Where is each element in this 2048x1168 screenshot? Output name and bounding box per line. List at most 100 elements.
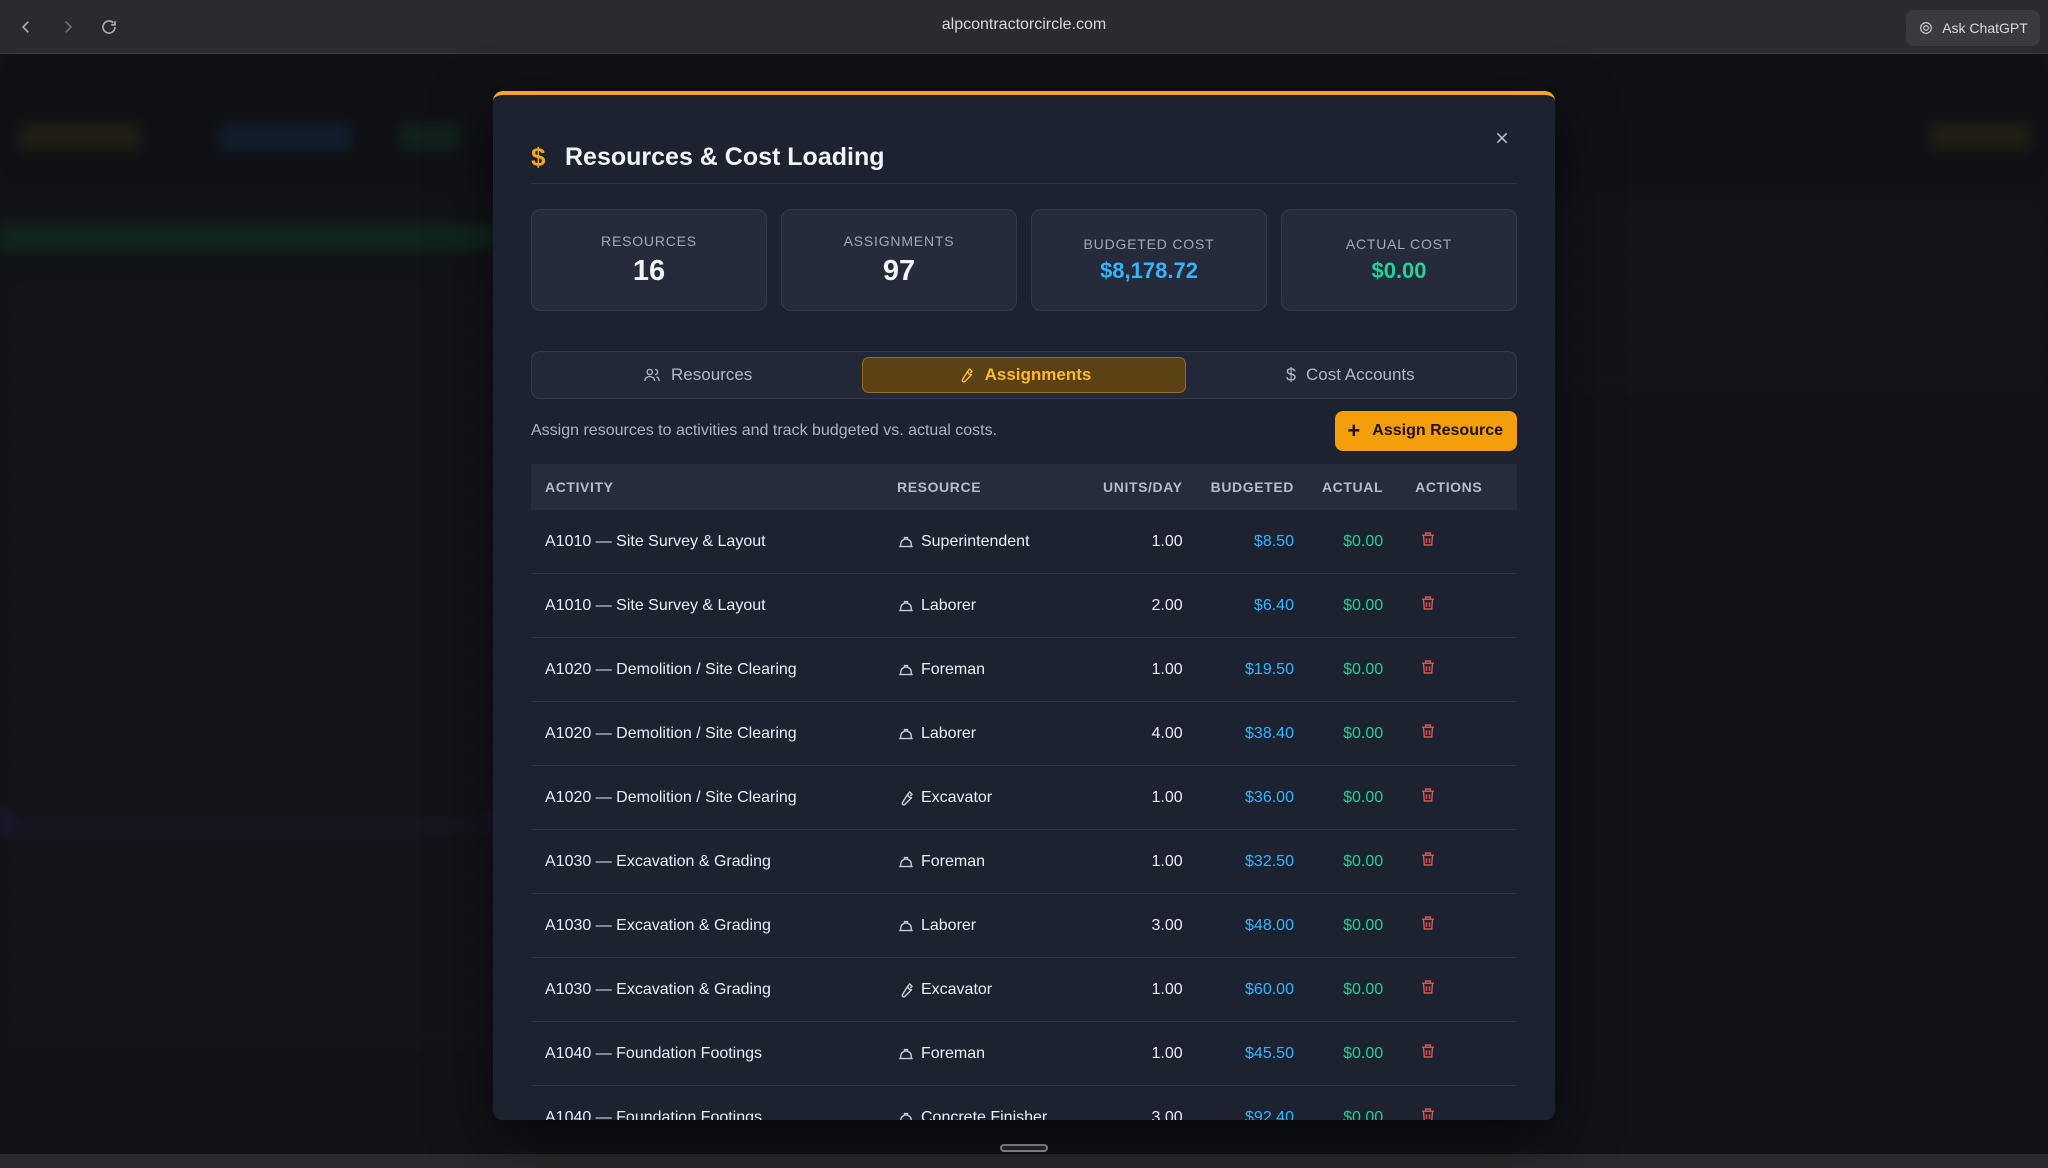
actual-cell: $0.00	[1343, 1108, 1384, 1121]
activity-cell: A1030 — Excavation & Grading	[545, 852, 771, 870]
actual-cell: $0.00	[1343, 724, 1384, 742]
hardhat-icon	[897, 1045, 915, 1063]
actual-cell: $0.00	[1343, 660, 1384, 678]
resource-cell: Superintendent	[897, 510, 1083, 573]
actions-cell	[1397, 638, 1517, 702]
resource-name: Superintendent	[920, 532, 1030, 550]
table-row: A1030 — Excavation & Grading Foreman 1.00 $…	[531, 830, 1517, 894]
budgeted-cell: $19.50	[1245, 660, 1294, 678]
units-cell: 3.00	[1151, 1108, 1183, 1121]
actual-cell: $0.00	[1343, 1044, 1384, 1062]
resource-name: Foreman	[920, 852, 986, 870]
resources-cost-modal: $ Resources & Cost Loading RESOURCES 16 …	[493, 91, 1555, 1120]
hardhat-icon	[897, 1109, 915, 1120]
budgeted-cell: $6.40	[1253, 596, 1294, 614]
activity-cell: A1010 — Site Survey & Layout	[545, 532, 766, 550]
trash-icon[interactable]	[1419, 530, 1437, 548]
table-row: A1040 — Foundation Footings Concrete Fini…	[531, 1086, 1517, 1121]
activity-cell: A1010 — Site Survey & Layout	[545, 596, 766, 614]
resource-cell: Foreman	[897, 1022, 1083, 1085]
resource-cell: Foreman	[897, 638, 1083, 701]
actual-cell: $0.00	[1343, 532, 1384, 550]
resource-cell: Laborer	[897, 894, 1083, 957]
trash-icon[interactable]	[1419, 850, 1437, 868]
assign-resource-label: Assign Resource	[1372, 422, 1503, 439]
tab-assignments[interactable]: Assignments	[862, 357, 1186, 393]
stats-row: RESOURCES 16 ASSIGNMENTS 97 BUDGETED COS…	[531, 209, 1517, 311]
trash-icon[interactable]	[1419, 1106, 1437, 1120]
table-row: A1020 — Demolition / Site Clearing Labore…	[531, 702, 1517, 766]
modal-header: $ Resources & Cost Loading	[531, 131, 1517, 183]
resource-name: Foreman	[920, 660, 986, 678]
units-cell: 3.00	[1151, 916, 1183, 934]
units-cell: 1.00	[1151, 852, 1183, 870]
close-button[interactable]	[1487, 123, 1517, 153]
actions-cell	[1397, 1086, 1517, 1120]
hardhat-icon	[897, 917, 915, 935]
trash-icon[interactable]	[1419, 658, 1437, 676]
units-cell: 1.00	[1151, 532, 1183, 550]
actions-cell	[1397, 830, 1517, 894]
table-header-row: ACTIVITY RESOURCE UNITS/DAY BUDGETED ACT…	[531, 464, 1517, 510]
units-cell: 1.00	[1151, 980, 1183, 998]
resource-name: Foreman	[920, 1044, 986, 1062]
table-row: A1030 — Excavation & Grading Laborer 3.00 $…	[531, 894, 1517, 958]
tab-label: Resources	[671, 365, 753, 384]
hardhat-icon	[897, 661, 915, 679]
units-cell: 4.00	[1151, 724, 1183, 742]
wrench-icon	[897, 981, 915, 999]
stat-label: BUDGETED COST	[1083, 236, 1215, 252]
trash-icon[interactable]	[1419, 786, 1437, 804]
trash-icon[interactable]	[1419, 594, 1437, 612]
resource-name: Concrete Finisher	[920, 1108, 1048, 1121]
address-bar[interactable]: alpcontractorcircle.com	[0, 16, 2048, 34]
resource-name: Laborer	[920, 724, 977, 742]
wrench-icon	[897, 789, 915, 807]
resize-handle[interactable]	[1000, 1144, 1048, 1152]
actions-cell	[1397, 702, 1517, 766]
description-text: Assign resources to activities and track…	[531, 422, 998, 439]
stat-label: ASSIGNMENTS	[843, 232, 955, 249]
units-cell: 1.00	[1151, 660, 1183, 678]
stat-value: $8,178.72	[1100, 258, 1198, 283]
chatgpt-icon	[1920, 22, 1933, 34]
close-icon	[1496, 132, 1508, 144]
budgeted-cell: $8.50	[1253, 532, 1294, 550]
units-cell: 2.00	[1151, 596, 1183, 614]
activity-cell: A1040 — Foundation Footings	[545, 1044, 763, 1062]
tab-resources[interactable]: Resources	[537, 357, 858, 393]
trash-icon[interactable]	[1419, 1042, 1437, 1060]
trash-icon[interactable]	[1419, 978, 1437, 996]
trash-icon[interactable]	[1419, 722, 1437, 740]
table-row: A1020 — Demolition / Site Clearing Excava…	[531, 766, 1517, 830]
table-row: A1030 — Excavation & Grading Excavator 1.0…	[531, 958, 1517, 1022]
budgeted-cell: $60.00	[1245, 980, 1294, 998]
users-icon	[644, 368, 660, 382]
budgeted-cell: $92.40	[1245, 1108, 1294, 1121]
column-header-activity: ACTIVITY	[545, 479, 614, 495]
table-row: A1010 — Site Survey & Layout Superintende…	[531, 510, 1517, 574]
bottom-bar	[0, 1154, 2048, 1168]
stat-label: ACTUAL COST	[1345, 236, 1453, 252]
stat-value: 16	[632, 254, 666, 287]
trash-icon[interactable]	[1419, 914, 1437, 932]
hardhat-icon	[897, 725, 915, 743]
activity-cell: A1020 — Demolition / Site Clearing	[545, 660, 797, 678]
column-header-resource: RESOURCE	[896, 479, 982, 495]
activity-cell: A1030 — Excavation & Grading	[545, 980, 771, 998]
actions-cell	[1397, 958, 1517, 1022]
dollar-icon: $	[1285, 364, 1296, 385]
ask-chatgpt-button[interactable]: Ask ChatGPT	[1906, 10, 2040, 46]
column-header-actions: ACTIONS	[1415, 479, 1483, 495]
tab-cost-accounts[interactable]: $ Cost Accounts	[1190, 357, 1511, 393]
activity-cell: A1030 — Excavation & Grading	[545, 916, 771, 934]
stat-resources: RESOURCES 16	[531, 209, 767, 311]
tab-bar: Resources Assignments $ Cost Accounts	[531, 351, 1517, 399]
column-header-budgeted: BUDGETED	[1210, 479, 1294, 495]
resource-cell: Excavator	[897, 958, 1083, 1021]
assign-resource-button[interactable]: + Assign Resource	[1335, 411, 1517, 451]
dollar-icon: $	[531, 141, 546, 172]
actual-cell: $0.00	[1343, 980, 1384, 998]
resource-cell: Laborer	[897, 574, 1083, 637]
stat-budgeted-cost: BUDGETED COST $8,178.72	[1031, 209, 1267, 311]
